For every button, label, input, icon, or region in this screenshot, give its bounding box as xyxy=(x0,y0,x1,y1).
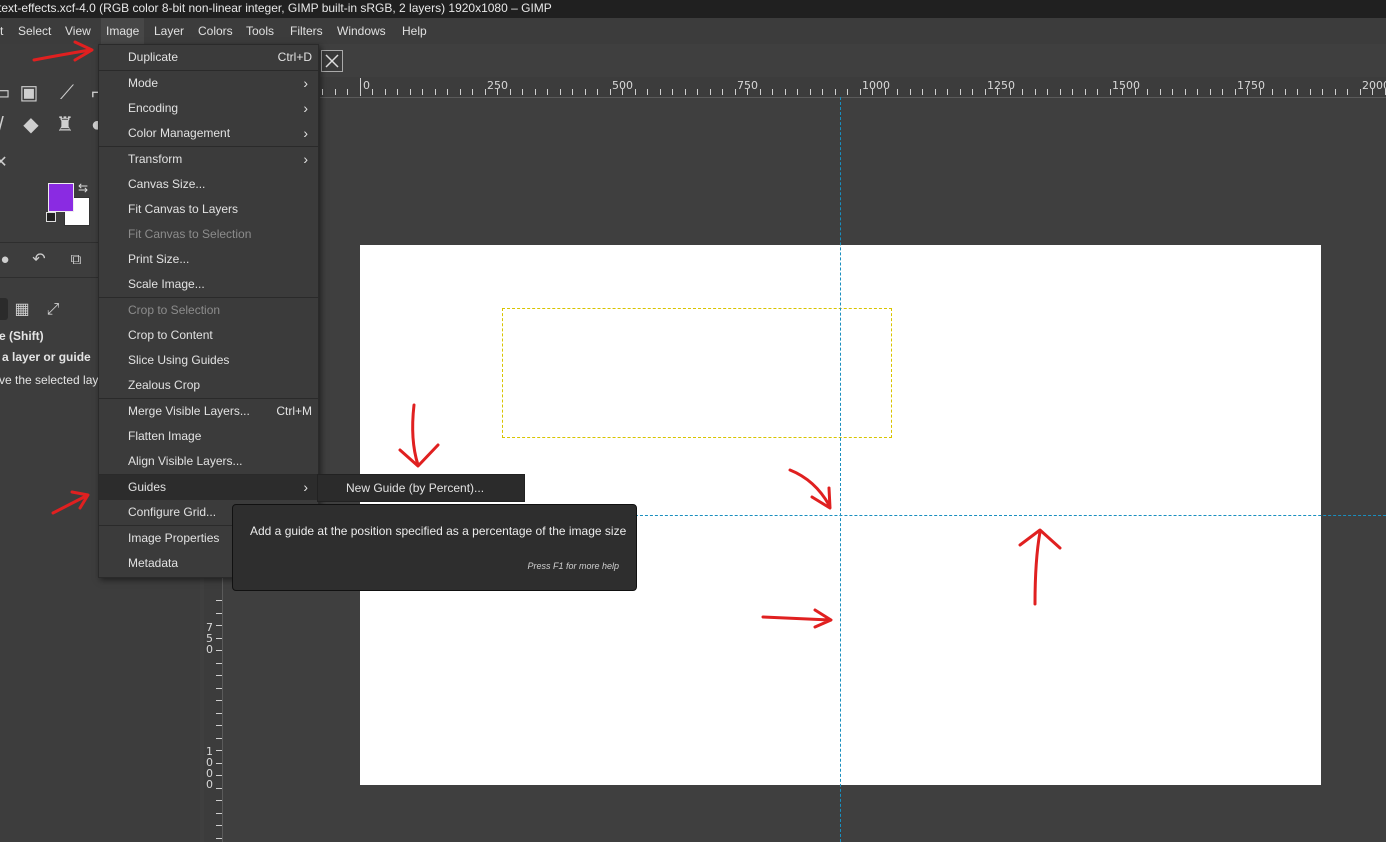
arrow-to-image-menu xyxy=(32,40,94,62)
arrow-to-guide-intersection xyxy=(788,468,832,510)
annotation-arrows xyxy=(32,40,1062,629)
arrow-right-to-vertical-guide xyxy=(761,608,833,629)
arrow-down-to-submenu xyxy=(398,403,440,468)
arrow-up-to-horizontal-guide xyxy=(1018,528,1062,606)
arrow-to-guides-item xyxy=(51,490,90,515)
